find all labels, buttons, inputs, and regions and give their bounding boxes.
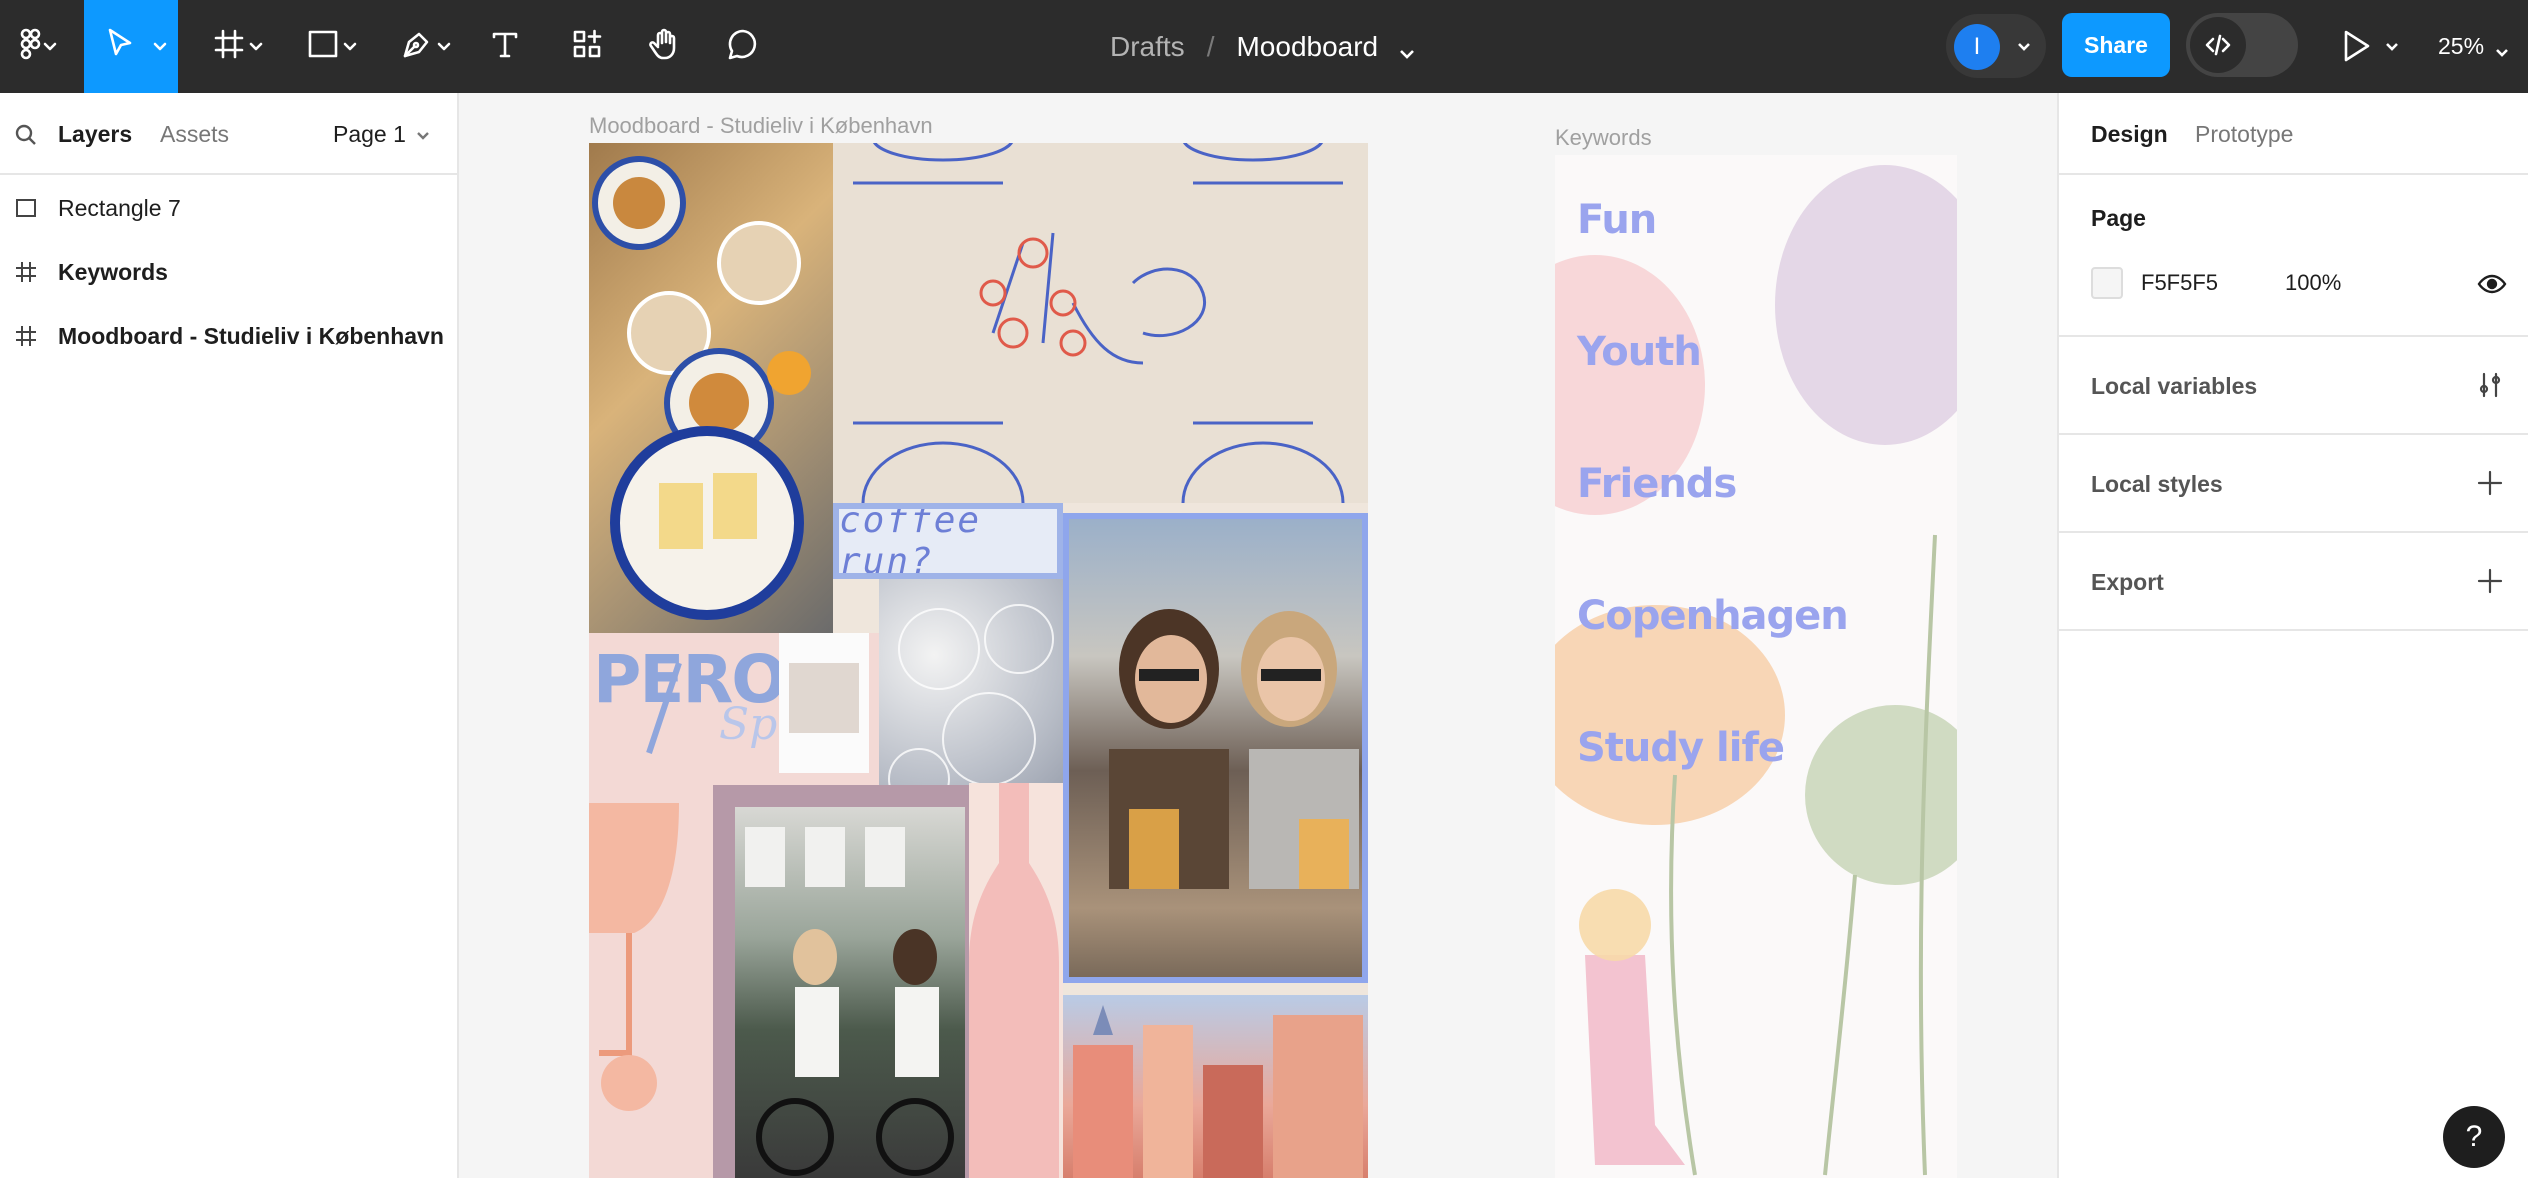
pen-icon	[401, 28, 433, 65]
frame-hash-icon	[14, 324, 38, 348]
chevron-down-icon	[42, 38, 58, 54]
layer-label: Keywords	[58, 258, 168, 285]
top-toolbar: Drafts / Moodboard I Share 25%	[0, 0, 2528, 93]
local-styles-section[interactable]: Local styles	[2059, 435, 2528, 533]
breadcrumb-separator: /	[1206, 30, 1215, 62]
export-section[interactable]: Export	[2059, 533, 2528, 631]
layers-panel: Layers Assets Page 1 Rectangle 7 Keyword…	[0, 93, 459, 1178]
add-export-icon[interactable]	[2476, 567, 2504, 595]
tab-prototype[interactable]: Prototype	[2195, 121, 2293, 148]
bike-photo-inner	[735, 807, 965, 1178]
main-menu-button[interactable]	[0, 0, 62, 93]
zoom-menu[interactable]: 25%	[2438, 0, 2510, 93]
local-variables-label: Local variables	[2091, 373, 2258, 399]
layer-rectangle-7[interactable]: Rectangle 7	[0, 176, 457, 240]
local-variables-section[interactable]: Local variables	[2059, 337, 2528, 435]
chevron-down-icon[interactable]	[1398, 38, 1416, 59]
keyword-friends[interactable]: Friends	[1577, 461, 1737, 507]
dev-mode-toggle[interactable]	[2186, 13, 2298, 77]
export-label: Export	[2091, 569, 2164, 595]
shape-tool-button[interactable]	[294, 0, 374, 93]
keywords-frame[interactable]: Fun Youth Friends Copenhagen Study life	[1555, 155, 1957, 1178]
keyword-copenhagen[interactable]: Copenhagen	[1577, 593, 1849, 639]
coffee-run-text: coffee run?	[839, 503, 982, 579]
chevron-down-icon	[152, 38, 168, 54]
design-canvas[interactable]: Moodboard - Studieliv i København coffee…	[459, 93, 2057, 1178]
code-icon	[2190, 17, 2246, 73]
resources-tool-button[interactable]	[564, 0, 610, 93]
hand-icon	[648, 27, 682, 66]
cursor-icon	[106, 27, 136, 66]
tab-assets[interactable]: Assets	[160, 121, 229, 148]
coffee-run-note[interactable]: coffee run?	[833, 503, 1063, 579]
bike-friends-photo[interactable]	[713, 785, 969, 1178]
comment-tool-button[interactable]	[720, 0, 766, 93]
keyword-study-life[interactable]: Study life	[1577, 725, 1785, 771]
hand-tool-button[interactable]	[642, 0, 688, 93]
layer-label: Rectangle 7	[58, 194, 181, 221]
layer-keywords[interactable]: Keywords	[0, 240, 457, 304]
comment-icon	[726, 27, 760, 66]
share-button[interactable]: Share	[2062, 13, 2170, 77]
add-style-icon[interactable]	[2476, 469, 2504, 497]
pen-tool-button[interactable]	[388, 0, 468, 93]
rectangle-icon	[307, 28, 339, 65]
figma-logo-icon	[20, 28, 42, 65]
text-icon	[489, 28, 521, 65]
text-tool-button[interactable]	[482, 0, 528, 93]
frame-tool-button[interactable]	[200, 0, 280, 93]
chevron-down-icon	[436, 38, 452, 54]
page-section: Page F5F5F5 100%	[2059, 175, 2528, 337]
tab-layers[interactable]: Layers	[58, 121, 132, 148]
local-styles-label: Local styles	[2091, 471, 2223, 497]
components-icon	[571, 28, 603, 65]
tab-design[interactable]: Design	[2091, 121, 2168, 148]
present-button[interactable]	[2336, 26, 2376, 66]
keyword-fun[interactable]: Fun	[1577, 197, 1657, 243]
page-fill-swatch[interactable]	[2091, 267, 2123, 299]
help-button[interactable]: ?	[2443, 1106, 2505, 1168]
variables-settings-icon[interactable]	[2476, 371, 2504, 399]
chevron-down-icon	[2494, 39, 2510, 57]
move-tool-button[interactable]	[84, 0, 178, 93]
chevron-down-icon	[342, 38, 358, 54]
user-menu[interactable]: I	[1946, 14, 2046, 78]
friends-cafe-photo[interactable]	[1063, 513, 1368, 983]
chevron-down-icon	[417, 131, 429, 140]
page-selector[interactable]: Page 1	[333, 121, 430, 148]
soda-bottle-illustration[interactable]	[969, 783, 1063, 1178]
copenhagen-painting[interactable]	[1063, 995, 1368, 1178]
zoom-level: 25%	[2438, 33, 2485, 59]
eye-icon[interactable]	[2477, 269, 2507, 299]
breakfast-photo[interactable]	[589, 143, 833, 633]
moodboard-frame-label[interactable]: Moodboard - Studieliv i København	[589, 113, 933, 139]
layer-moodboard[interactable]: Moodboard - Studieliv i København	[0, 304, 457, 368]
present-options-chevron-icon[interactable]	[2384, 38, 2400, 54]
file-name[interactable]: Moodboard	[1236, 31, 1378, 63]
breadcrumb: Drafts / Moodboard	[1110, 0, 1416, 93]
page-fill-hex[interactable]: F5F5F5	[2141, 270, 2218, 296]
avatar: I	[1954, 24, 2000, 70]
chevron-down-icon	[2016, 38, 2032, 54]
right-panel-tabs: Design Prototype	[2059, 93, 2528, 175]
left-panel-tabs: Layers Assets Page 1	[0, 93, 457, 175]
rectangle-icon	[14, 196, 38, 220]
page-fill-opacity[interactable]: 100%	[2285, 270, 2341, 296]
moodboard-frame[interactable]: coffee run? PERO Spr	[589, 143, 1368, 1178]
table-setting-illustration[interactable]	[833, 143, 1368, 503]
layer-label: Moodboard - Studieliv i København	[58, 322, 444, 349]
play-icon	[2336, 30, 2376, 70]
frame-hash-icon	[14, 260, 38, 284]
properties-panel: Design Prototype Page F5F5F5 100% Local …	[2057, 93, 2528, 1178]
search-icon[interactable]	[14, 123, 38, 147]
page-selector-label: Page 1	[333, 121, 406, 147]
page-section-title: Page	[2091, 205, 2146, 231]
watercolor-flowers-background	[1555, 165, 1957, 1176]
keywords-frame-label[interactable]: Keywords	[1555, 125, 1652, 151]
chevron-down-icon	[248, 38, 264, 54]
frame-hash-icon	[213, 28, 245, 65]
keyword-youth[interactable]: Youth	[1577, 329, 1702, 375]
breadcrumb-drafts[interactable]: Drafts	[1110, 31, 1185, 63]
